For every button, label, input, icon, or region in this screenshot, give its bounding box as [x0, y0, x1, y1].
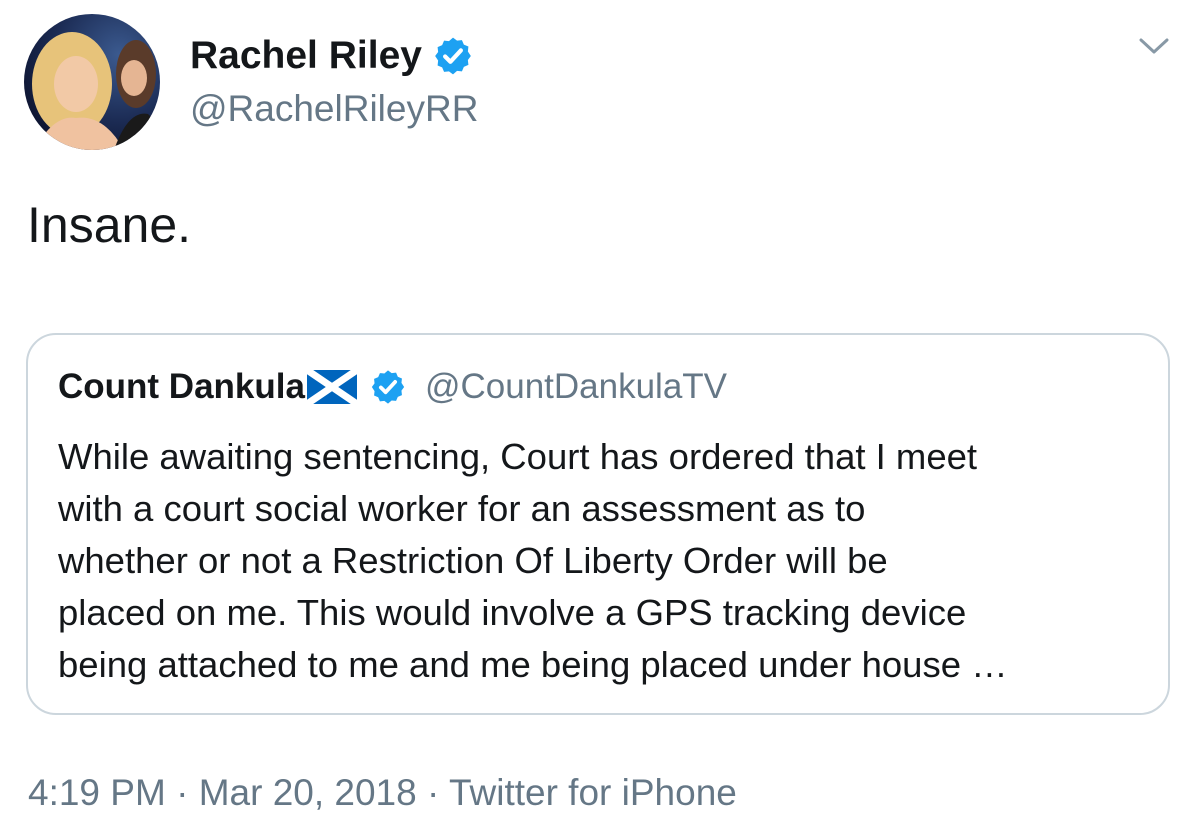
quoted-text-line: whether or not a Restriction Of Liberty … — [58, 540, 888, 581]
author-display-name[interactable]: Rachel Riley — [190, 34, 474, 78]
tweet-date[interactable]: Mar 20, 2018 — [199, 772, 417, 813]
quoted-text-line: While awaiting sentencing, Court has ord… — [58, 436, 978, 477]
quoted-verified-badge-icon — [371, 370, 405, 404]
verified-badge-icon — [435, 37, 471, 75]
avatar-photo — [24, 14, 160, 150]
author-handle[interactable]: @RachelRileyRR — [190, 88, 478, 130]
scotland-flag-icon — [306, 370, 357, 404]
chevron-down-icon[interactable] — [1138, 34, 1170, 58]
quoted-tweet-header: Count Dankula @CountDankulaTV — [58, 367, 727, 407]
tweet-time[interactable]: 4:19 PM — [28, 772, 166, 813]
tweet-text: Insane. — [27, 197, 192, 253]
meta-separator: · — [416, 772, 449, 813]
quoted-author-handle: @CountDankulaTV — [424, 367, 728, 406]
quoted-author-name: Count Dankula — [58, 367, 305, 406]
avatar[interactable] — [24, 14, 160, 150]
author-name-text[interactable]: Rachel Riley — [190, 34, 422, 78]
tweet-source: Twitter for iPhone — [448, 772, 737, 813]
quoted-text-line: being attached to me and me being placed… — [58, 644, 1008, 685]
quoted-text-line: placed on me. This would involve a GPS t… — [58, 592, 967, 633]
meta-separator: · — [165, 772, 199, 813]
quoted-text-line: with a court social worker for an assess… — [58, 488, 866, 529]
quoted-tweet-text: While awaiting sentencing, Court has ord… — [58, 431, 1148, 691]
tweet-metadata: 4:19 PM · Mar 20, 2018 · Twitter for iPh… — [28, 772, 737, 814]
quoted-tweet-card[interactable]: Count Dankula @CountDankulaTV While awai… — [26, 333, 1170, 715]
